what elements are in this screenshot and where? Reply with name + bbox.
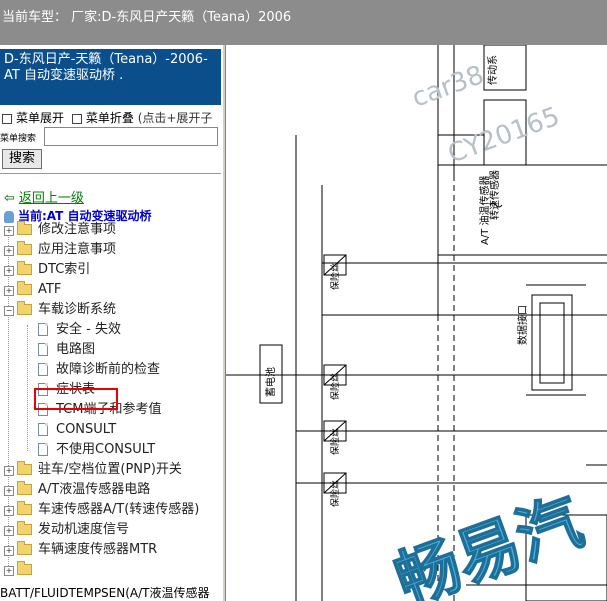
expand-toggle-icon[interactable]: + xyxy=(4,246,14,256)
search-label: 菜单搜索 xyxy=(0,134,37,144)
back-link[interactable]: ⇦ 返回上一级 xyxy=(4,187,84,206)
folder-icon xyxy=(17,461,32,475)
watermark-code: CY20165 xyxy=(444,102,564,170)
fuse-label-2: 保险丝 xyxy=(329,373,341,400)
search-row: 菜单搜索 xyxy=(0,127,221,149)
document-icon xyxy=(38,343,48,356)
folder-icon xyxy=(17,221,32,235)
vehicle-info-box: D-东风日产-天籁（Teana）-2006- AT 自动变速驱动桥 . xyxy=(0,49,221,105)
tree-item-label[interactable]: ATF xyxy=(38,281,61,299)
watermark-brand: 畅易汽 xyxy=(386,485,592,601)
collapse-toggle-icon[interactable]: − xyxy=(4,306,14,316)
folder-icon xyxy=(17,481,32,495)
tree-item-label[interactable]: 车载诊断系统 xyxy=(38,301,116,319)
tree-item-label[interactable]: 安全 - 失效 xyxy=(56,321,121,339)
wiring-diagram: 转速传感器 A/T 油温传感器 数据接口 蓄电池 保险丝 保险丝 保险丝 保险丝… xyxy=(226,45,607,601)
collapse-icon[interactable] xyxy=(71,113,82,124)
tree-item-label[interactable]: 发动机速度信号 xyxy=(38,521,129,539)
tree-item-label[interactable]: CONSULT xyxy=(56,421,116,439)
folder-icon xyxy=(17,501,32,515)
highlight-box xyxy=(34,388,118,410)
expand-toggle-icon[interactable]: + xyxy=(4,506,14,516)
expand-icon[interactable] xyxy=(2,113,12,124)
document-icon xyxy=(38,323,48,336)
tree-item-label[interactable]: 车速传感器A/T(转速传感器) xyxy=(38,501,199,519)
separator xyxy=(0,173,221,174)
tree-item-label[interactable]: 驻车/空档位置(PNP)开关 xyxy=(38,461,182,479)
title-bar: 当前车型： 厂家:D-东风日产天籁（Teana）2006 xyxy=(0,0,607,45)
window-title: 当前车型： 厂家:D-东风日产天籁（Teana）2006 xyxy=(2,10,292,25)
back-arrow-icon: ⇦ xyxy=(4,191,15,206)
tree-item-label[interactable]: 不使用CONSULT xyxy=(56,441,155,459)
fuse-label-1: 保险丝 xyxy=(329,263,341,290)
left-panel: D-东风日产-天籁（Teana）-2006- AT 自动变速驱动桥 . 菜单展开… xyxy=(0,45,222,601)
folder-icon xyxy=(17,541,32,555)
document-icon xyxy=(38,423,48,436)
search-input[interactable] xyxy=(44,127,218,146)
expand-toggle-icon[interactable]: + xyxy=(4,526,14,536)
folder-icon xyxy=(17,261,32,275)
folder-icon xyxy=(17,281,32,295)
tree-item-label[interactable]: 修改注意事项 xyxy=(38,221,116,239)
person-icon xyxy=(4,210,14,223)
expand-toggle-icon[interactable]: + xyxy=(4,226,14,236)
fluid-temp-sensor-label: A/T 油温传感器 xyxy=(478,176,491,246)
search-button[interactable]: 搜索 xyxy=(2,149,42,169)
menu-expand-link[interactable]: 菜单展开 xyxy=(16,111,64,125)
expand-toggle-icon[interactable]: + xyxy=(4,466,14,476)
folder-icon xyxy=(17,301,32,315)
folder-icon xyxy=(17,241,32,255)
tree-item-label[interactable]: DTC索引 xyxy=(38,261,90,279)
menu-controls: 菜单展开 菜单折叠 (点击+展开子 xyxy=(2,109,212,126)
menu-collapse-link[interactable]: 菜单折叠 xyxy=(86,111,134,125)
expand-toggle-icon[interactable]: + xyxy=(4,266,14,276)
tree-guide-line xyxy=(8,233,9,576)
tree-item-label[interactable]: 故障诊断前的检查 xyxy=(56,361,160,379)
expand-toggle-icon[interactable]: + xyxy=(4,486,14,496)
fuse-label-4: 保险丝 xyxy=(329,480,341,507)
watermark-site: car38 xyxy=(408,60,488,114)
tree-item-label[interactable]: 电路图 xyxy=(56,341,95,359)
expand-toggle-icon[interactable]: + xyxy=(4,566,14,576)
document-icon xyxy=(38,443,48,456)
document-icon xyxy=(38,363,48,376)
tree-item-label[interactable]: 车辆速度传感器MTR xyxy=(38,541,157,559)
data-link-label: 数据接口 xyxy=(516,305,529,345)
folder-icon xyxy=(17,521,32,535)
tree-item-label[interactable]: 应用注意事项 xyxy=(38,241,116,259)
expand-toggle-icon[interactable]: + xyxy=(4,546,14,556)
expand-toggle-icon[interactable]: + xyxy=(4,286,14,296)
truncated-menu-item[interactable]: BATT/FLUIDTEMPSEN(A/T液温传感器 xyxy=(0,584,210,601)
top-component-label: 传动系 xyxy=(487,55,499,85)
wiring-diagram-panel: 转速传感器 A/T 油温传感器 数据接口 蓄电池 保险丝 保险丝 保险丝 保险丝… xyxy=(226,45,607,601)
menu-hint: (点击+展开子 xyxy=(137,111,213,125)
folder-icon xyxy=(17,561,32,575)
battery-label: 蓄电池 xyxy=(264,367,277,397)
tree-item-label[interactable]: A/T液温传感器电路 xyxy=(38,481,150,499)
tree-guide-line-sub xyxy=(27,325,28,451)
back-link-label[interactable]: 返回上一级 xyxy=(19,191,84,206)
fuse-label-3: 保险丝 xyxy=(329,428,341,455)
